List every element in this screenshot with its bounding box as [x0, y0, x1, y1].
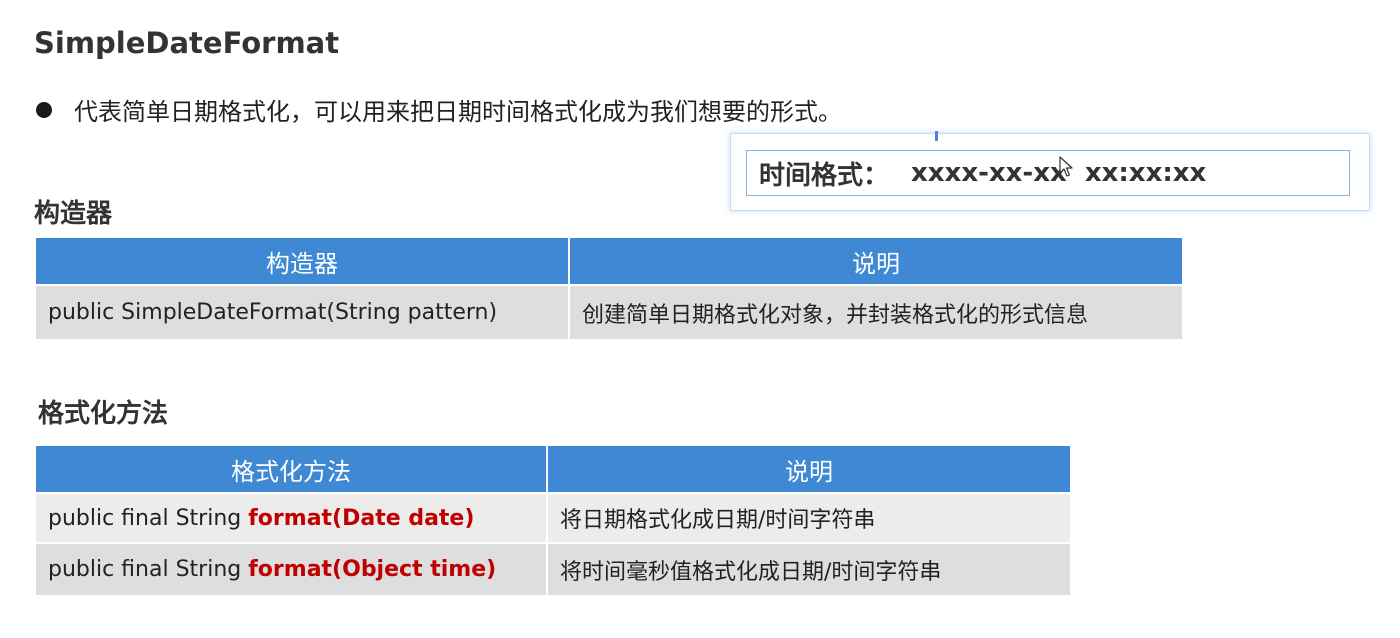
format-method-signature: public final String format(Object time) [36, 542, 548, 595]
constructor-table-header: 构造器 说明 [36, 238, 1182, 285]
table-row: public final String format(Object time) … [36, 542, 1070, 595]
format-methods-heading: 格式化方法 [38, 399, 169, 429]
bullet-point: 代表简单日期格式化，可以用来把日期时间格式化成为我们想要的形式。 [36, 92, 842, 127]
format-header-col: 格式化方法 [36, 446, 548, 493]
constructor-header-col: 构造器 [36, 238, 570, 285]
constructor-signature: public SimpleDateFormat(String pattern) [36, 284, 570, 339]
bullet-icon [36, 101, 52, 118]
popup-caret-icon [935, 131, 938, 141]
time-format-label: 时间格式： [759, 160, 890, 191]
table-row: public final String format(Date date) 将日… [36, 492, 1070, 543]
time-format-popup: 时间格式： xxxx-xx-xx xx:xx:xx [730, 131, 1370, 211]
page-title: SimpleDateFormat [34, 26, 340, 60]
method-prefix: public final String [48, 505, 249, 531]
table-row: public SimpleDateFormat(String pattern) … [36, 284, 1182, 339]
constructor-heading: 构造器 [34, 199, 113, 229]
method-name: format(Date date) [248, 505, 475, 531]
format-table-header: 格式化方法 说明 [36, 446, 1070, 493]
format-method-description: 将日期格式化成日期/时间字符串 [547, 492, 1070, 543]
format-method-description: 将时间毫秒值格式化成日期/时间字符串 [547, 542, 1070, 595]
time-format-box: 时间格式： xxxx-xx-xx xx:xx:xx [746, 150, 1350, 196]
mouse-cursor-icon [1059, 156, 1073, 177]
method-prefix: public final String [48, 557, 249, 582]
constructor-table: 构造器 说明 public SimpleDateFormat(String pa… [36, 238, 1182, 339]
constructor-description: 创建简单日期格式化对象，并封装格式化的形式信息 [569, 284, 1182, 339]
bullet-text: 代表简单日期格式化，可以用来把日期时间格式化成为我们想要的形式。 [74, 98, 842, 126]
format-methods-table: 格式化方法 说明 public final String format(Date… [36, 446, 1070, 595]
format-method-signature: public final String format(Date date) [36, 492, 548, 543]
format-header-desc: 说明 [547, 446, 1070, 493]
constructor-header-desc: 说明 [569, 238, 1182, 285]
method-name: format(Object time) [248, 557, 497, 582]
